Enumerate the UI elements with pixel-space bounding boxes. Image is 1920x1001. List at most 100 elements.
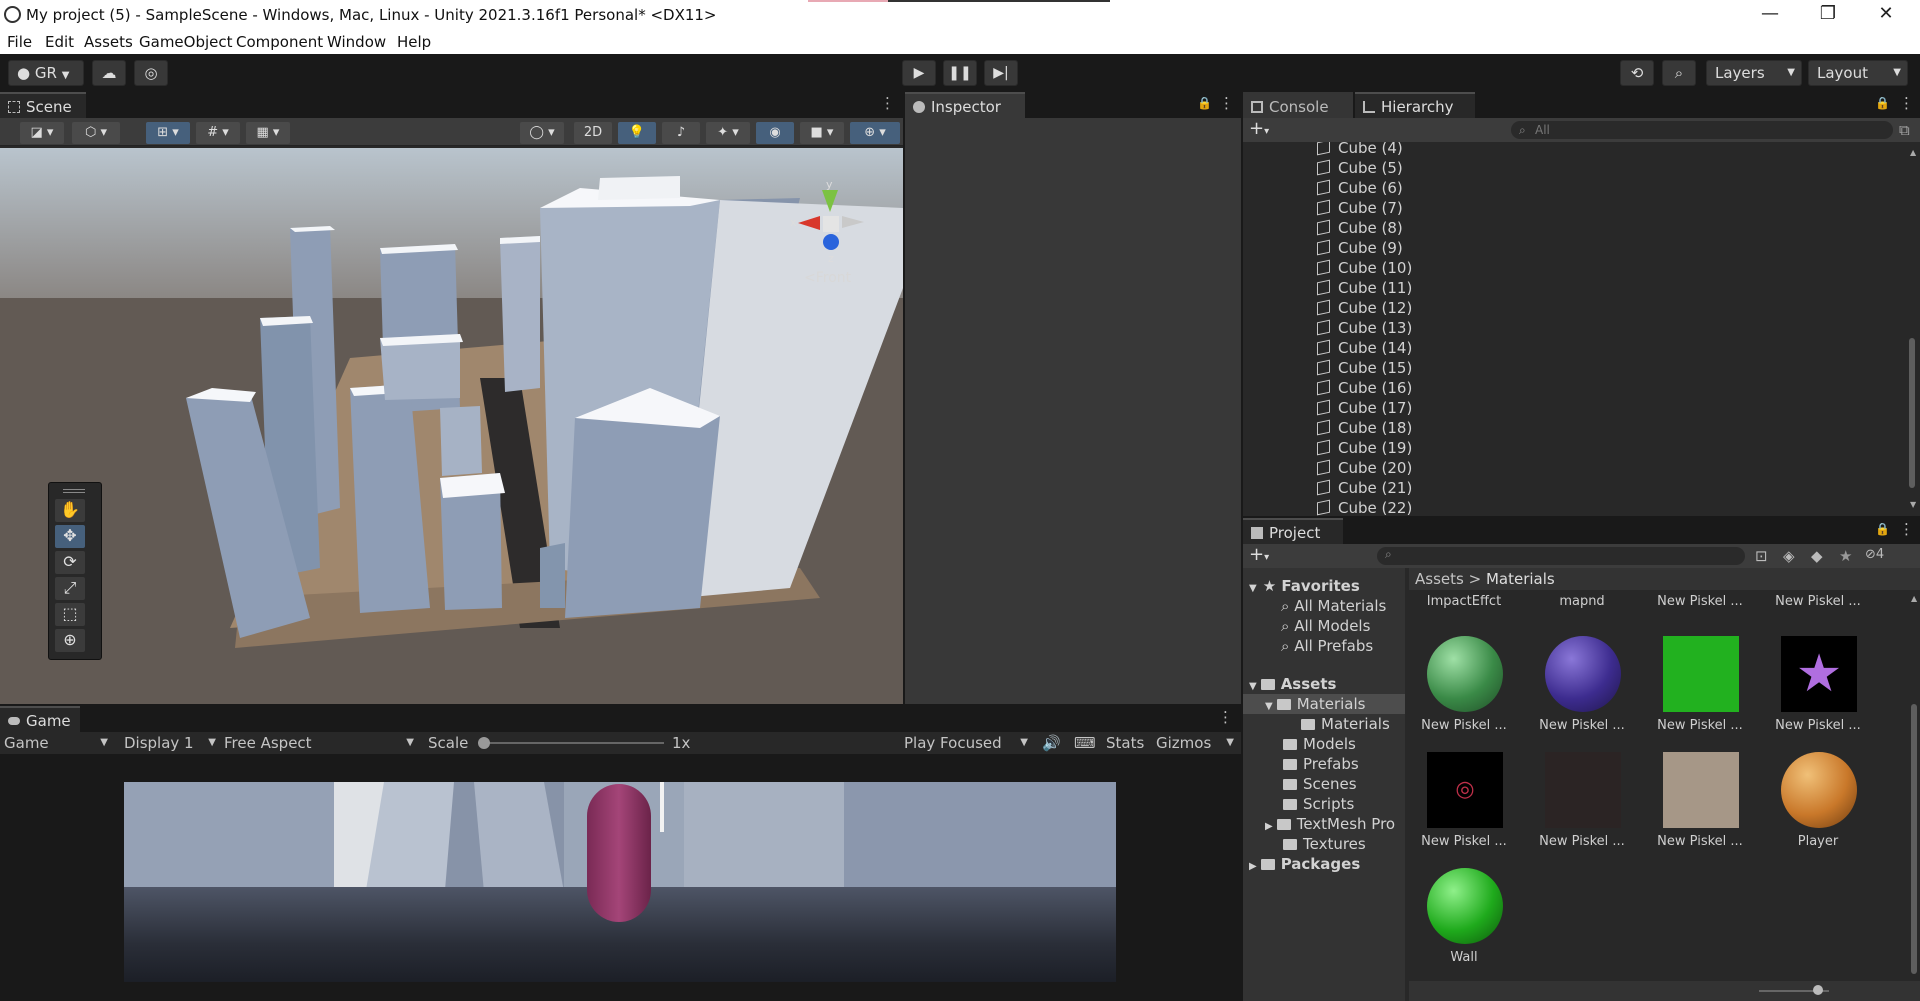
drag-handle[interactable] [63,489,85,493]
hierarchy-item[interactable]: Cube (8) [1243,218,1903,238]
add-icon[interactable]: +▾ [1249,544,1269,565]
asset-tile[interactable]: ImpactEffct [1409,594,1509,614]
layers-dropdown[interactable]: Layers ▼ [1706,60,1802,86]
mute-audio-icon[interactable]: 🔊 [1042,732,1061,754]
ruler-icon[interactable]: ▦ ▾ [246,122,290,144]
hierarchy-item[interactable]: Cube (21) [1243,478,1903,498]
hierarchy-item[interactable]: Cube (17) [1243,398,1903,418]
folder-prefabs[interactable]: Prefabs [1283,754,1359,774]
rect-tool-icon[interactable]: ⬚ [55,603,85,626]
gizmos-icon[interactable]: ⊕ ▾ [850,122,900,144]
search-by-label-icon[interactable]: ◈ [1783,547,1795,565]
game-mode-dropdown[interactable]: Game ▼ [4,732,112,754]
asset-tile[interactable]: New Piskel ... [1527,636,1627,746]
tab-game[interactable]: Game [0,706,80,732]
hierarchy-search-input[interactable]: ⌕ All [1511,121,1893,139]
hand-tool-icon[interactable]: ✋ [55,499,85,522]
play-focused-dropdown[interactable]: Play Focused ▼ [904,732,1032,754]
stats-button[interactable]: Stats [1106,732,1144,754]
camera-icon[interactable]: ■ ▾ [800,122,844,144]
game-view[interactable] [124,782,1116,982]
axis-neg-x-cone[interactable] [842,216,864,228]
folder-materials-sub[interactable]: Materials [1301,714,1390,734]
asset-tile[interactable]: Player [1763,752,1863,862]
folder-scripts[interactable]: Scripts [1283,794,1354,814]
minimize-icon[interactable]: — [1742,0,1798,30]
shading-icon[interactable]: ⬡ ▾ [72,122,120,144]
tag-icon[interactable]: ◆ [1811,547,1823,565]
history-icon[interactable]: ⟲ [1620,60,1654,86]
pause-button[interactable]: ❚❚ [943,60,977,86]
hierarchy-item[interactable]: Cube (12) [1243,298,1903,318]
display-dropdown[interactable]: Display 1 ▼ [124,732,220,754]
more-icon[interactable]: ⋮ [1899,94,1914,112]
asset-tile[interactable]: New Piskel ... [1645,594,1745,614]
aspect-dropdown[interactable]: Free Aspect ▼ [224,732,418,754]
tab-project[interactable]: Project [1243,518,1343,544]
assets-header[interactable]: ▼ Assets [1249,674,1336,694]
more-icon[interactable]: ⋮ [1218,708,1233,726]
hierarchy-item[interactable]: Cube (18) [1243,418,1903,438]
scale-slider-knob[interactable] [478,737,490,749]
scene-viewport[interactable]: y x z <Front ✋ ✥ ⟳ ⤢ ⬚ ⊕ [0,148,903,704]
asset-tile[interactable]: mapnd [1527,594,1627,614]
tab-console[interactable]: Console [1243,92,1353,118]
lock-icon[interactable]: 🔒 [1875,96,1890,110]
hierarchy-scrollbar[interactable]: ▲ ▼ [1907,148,1917,510]
folder-models[interactable]: Models [1283,734,1356,754]
hierarchy-item[interactable]: Cube (22) [1243,498,1903,516]
scale-slider[interactable] [484,742,664,744]
lighting-icon[interactable]: 💡 [618,122,656,144]
scrollbar-thumb[interactable] [1909,338,1915,488]
audio-icon[interactable]: ♪ [662,122,700,144]
search-icon[interactable]: ⌕ [1662,60,1696,86]
tab-inspector[interactable]: Inspector [905,92,1025,118]
menu-file[interactable]: File [7,33,32,51]
toggle-2d-button[interactable]: 2D [574,122,612,144]
move-tool-icon[interactable]: ✥ [55,525,85,548]
hierarchy-item[interactable]: Cube (19) [1243,438,1903,458]
folder-materials[interactable]: ▼ Materials [1265,694,1365,714]
asset-tile[interactable]: ★ New Piskel ... [1763,636,1863,746]
favorites-header[interactable]: ▼ ★ Favorites [1249,576,1360,596]
grid-toggle-icon[interactable]: # ▾ [196,122,240,144]
hierarchy-item[interactable]: Cube (20) [1243,458,1903,478]
more-icon[interactable]: ⋮ [1899,520,1914,538]
keyboard-icon[interactable]: ⌨ [1074,732,1096,754]
restore-icon[interactable]: ❐ [1800,0,1856,30]
menu-component[interactable]: Component [236,33,323,51]
gizmos-dropdown[interactable]: Gizmos ▼ [1156,732,1236,754]
orbit-icon[interactable]: ◯ ▾ [520,122,564,144]
menu-assets[interactable]: Assets [84,33,133,51]
fav-item[interactable]: ⌕ All Prefabs [1281,636,1373,656]
lock-icon[interactable]: 🔒 [1875,522,1890,536]
tab-hierarchy[interactable]: Hierarchy [1355,92,1475,118]
hierarchy-item[interactable]: Cube (5) [1243,158,1903,178]
thumb-size-knob[interactable] [1813,985,1823,995]
fav-item[interactable]: ⌕ All Models [1281,616,1370,636]
hierarchy-item[interactable]: Cube (9) [1243,238,1903,258]
hierarchy-item[interactable]: Cube (15) [1243,358,1903,378]
folder-textures[interactable]: Textures [1283,834,1366,854]
account-button[interactable]: ● GR ▼ [8,60,84,86]
transform-tool-icon[interactable]: ⊕ [55,629,85,652]
scrollbar-thumb[interactable] [1911,704,1917,974]
hierarchy-item[interactable]: Cube (11) [1243,278,1903,298]
layout-dropdown[interactable]: Layout ▼ [1808,60,1908,86]
collab-icon[interactable]: ◎ [134,60,168,86]
hierarchy-item[interactable]: Cube (13) [1243,318,1903,338]
asset-tile[interactable]: New Piskel ... [1409,636,1509,746]
effects-icon[interactable]: ✦ ▾ [706,122,750,144]
axis-x-cone[interactable] [798,216,820,230]
axis-gizmo[interactable]: y x z <Front [784,178,884,288]
tab-scene[interactable]: Scene [0,92,86,118]
scene-picker-icon[interactable]: ⧉ [1899,121,1910,139]
lock-icon[interactable]: 🔒 [1197,96,1212,110]
hierarchy-item[interactable]: Cube (16) [1243,378,1903,398]
asset-tile[interactable]: New Piskel ... [1527,752,1627,862]
fav-item[interactable]: ⌕ All Materials [1281,596,1386,616]
menu-help[interactable]: Help [397,33,431,51]
hierarchy-item[interactable]: Cube (10) [1243,258,1903,278]
close-icon[interactable]: ✕ [1858,0,1914,30]
folder-scenes[interactable]: Scenes [1283,774,1357,794]
